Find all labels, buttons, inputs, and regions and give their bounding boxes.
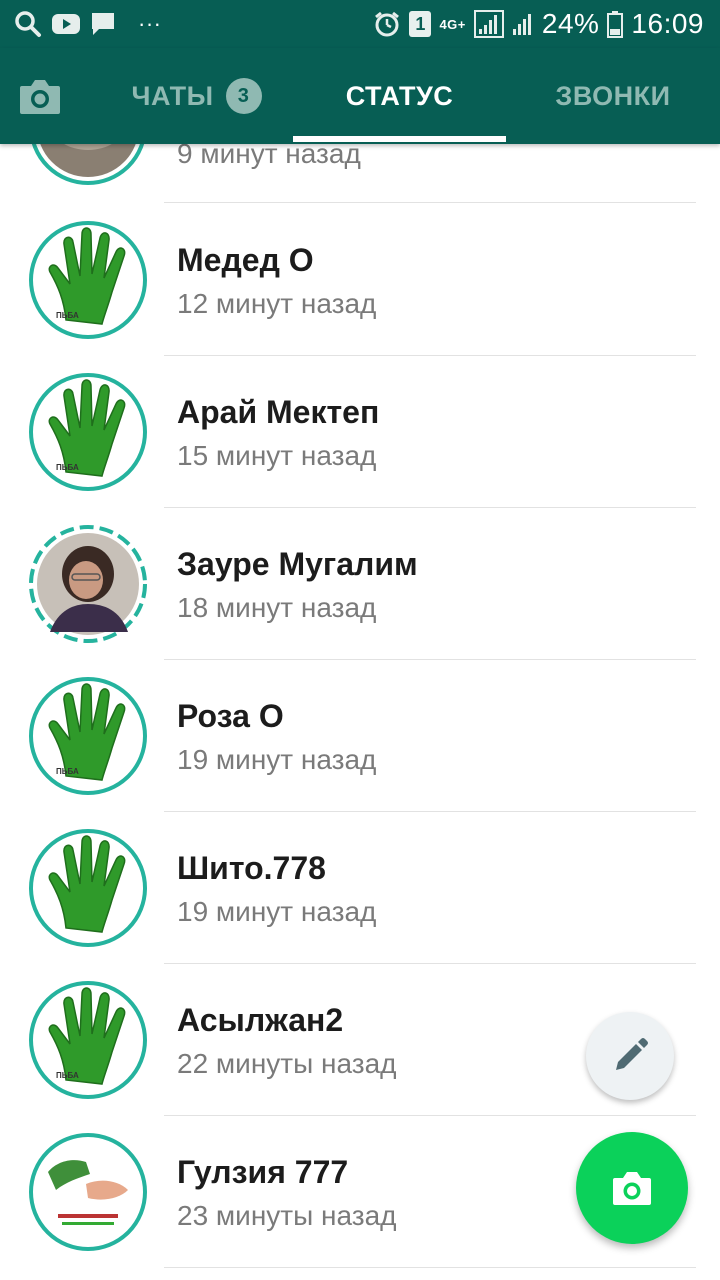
status-row[interactable]: Зауре Мугалим 18 минут назад [0, 508, 720, 660]
status-avatar: ПЬБА [29, 981, 147, 1099]
svg-text:ПЬБА: ПЬБА [56, 311, 79, 320]
status-name: Шито.778 [177, 850, 326, 886]
battery-icon [607, 10, 624, 38]
status-name: Медед О [177, 242, 314, 278]
unread-badge: 3 [225, 78, 262, 114]
message-icon [90, 11, 116, 37]
status-time: 23 минуты назад [177, 1200, 397, 1231]
system-status-bar: ··· 1 4G+ 24% 16:09 [0, 0, 720, 48]
network-type: 4G+ [439, 16, 466, 32]
tab-chats[interactable]: ЧАТЫ 3 [100, 48, 293, 144]
status-avatar: ПЬБА [29, 373, 147, 491]
status-name: Асылжан2 [177, 1002, 344, 1038]
svg-text:ПЬБА: ПЬБА [56, 1071, 79, 1080]
status-row[interactable]: ПЬБА Медед О 12 минут назад [0, 204, 720, 356]
new-photo-status-button[interactable] [576, 1132, 688, 1244]
signal-icon [473, 10, 504, 38]
status-name: Арай Мектеп [177, 394, 380, 430]
tab-calls-label: ЗВОНКИ [555, 80, 671, 111]
status-time: 22 минуты назад [177, 1048, 397, 1079]
status-row[interactable]: Шито.778 19 минут назад [0, 812, 720, 964]
signal-icon-2 [512, 10, 534, 38]
status-row[interactable]: ПЬБА Арай Мектеп 15 минут назад [0, 356, 720, 508]
status-avatar: ПЬБА [29, 677, 147, 795]
youtube-icon [52, 13, 80, 35]
active-tab-indicator [293, 136, 506, 142]
alarm-icon [373, 10, 401, 38]
more-notifications: ··· [138, 11, 162, 36]
camera-tab[interactable] [18, 76, 62, 116]
pencil-icon [616, 1038, 648, 1070]
svg-text:ПЬБА: ПЬБА [56, 463, 79, 472]
sim-indicator: 1 [409, 11, 432, 37]
status-avatar [29, 829, 147, 947]
search-icon [14, 10, 42, 38]
row-divider [164, 202, 696, 203]
status-name: Зауре Мугалим [177, 546, 418, 582]
tab-bar: ЧАТЫ 3 СТАТУС ЗВОНКИ [0, 48, 720, 144]
status-avatar [29, 525, 147, 643]
status-time: 19 минут назад [177, 896, 377, 927]
status-time: 12 минут назад [177, 288, 377, 319]
new-text-status-button[interactable] [586, 1012, 674, 1100]
status-name: Роза О [177, 698, 284, 734]
status-time: 18 минут назад [177, 592, 377, 623]
camera-icon [20, 80, 60, 114]
tab-status-label: СТАТУС [345, 80, 454, 111]
tab-status[interactable]: СТАТУС [293, 48, 506, 144]
row-divider [164, 1267, 696, 1268]
clock: 16:09 [631, 8, 704, 39]
camera-icon [613, 1172, 651, 1205]
status-time: 19 минут назад [177, 744, 377, 775]
status-avatar: ПЬБА [29, 221, 147, 339]
status-name: Гулзия 777 [177, 1154, 349, 1190]
status-time: 15 минут назад [177, 440, 377, 471]
status-avatar [29, 1133, 147, 1251]
svg-text:ПЬБА: ПЬБА [56, 767, 79, 776]
battery-percent: 24% [541, 8, 600, 39]
tab-chats-label: ЧАТЫ [131, 80, 214, 111]
tab-calls[interactable]: ЗВОНКИ [506, 48, 720, 144]
status-row[interactable]: ПЬБА Роза О 19 минут назад [0, 660, 720, 812]
